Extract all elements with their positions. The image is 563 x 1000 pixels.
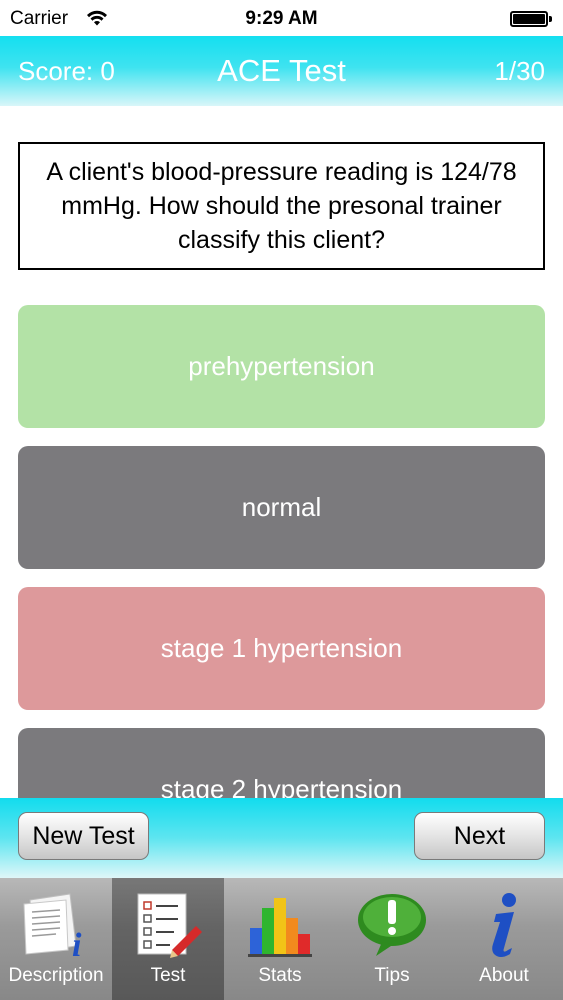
answer-option-2[interactable]: normal bbox=[18, 446, 545, 569]
tab-label: Tips bbox=[374, 965, 410, 986]
tab-label: Test bbox=[150, 965, 186, 986]
tab-bar: i Description Test Stats Tips About bbox=[0, 878, 563, 1000]
header-bar: Score: 0 ACE Test 1/30 bbox=[0, 36, 563, 106]
answer-label: prehypertension bbox=[188, 351, 375, 381]
next-button[interactable]: Next bbox=[414, 812, 545, 860]
bar-chart-icon bbox=[248, 898, 312, 957]
battery-tip bbox=[549, 16, 552, 22]
tab-label: Description bbox=[8, 965, 104, 986]
svg-text:i: i bbox=[72, 927, 82, 960]
answer-option-3[interactable]: stage 1 hypertension bbox=[18, 587, 545, 710]
info-icon bbox=[492, 893, 516, 957]
answer-option-1[interactable]: prehypertension bbox=[18, 305, 545, 428]
tab-label: Stats bbox=[258, 965, 302, 986]
tab-test[interactable]: Test bbox=[112, 878, 224, 1000]
clock: 9:29 AM bbox=[245, 8, 318, 29]
tab-tips[interactable]: Tips bbox=[336, 878, 448, 1000]
document-info-icon: i bbox=[23, 893, 82, 960]
checklist-icon bbox=[137, 893, 202, 958]
status-bar: Carrier 9:29 AM bbox=[0, 0, 563, 36]
speech-bubble-exclamation-icon bbox=[358, 894, 426, 956]
new-test-button[interactable]: New Test bbox=[18, 812, 149, 860]
tab-about[interactable]: About bbox=[448, 878, 560, 1000]
question-counter: 1/30 bbox=[494, 56, 545, 86]
question-text: A client's blood-pressure reading is 124… bbox=[46, 158, 517, 254]
tab-label: About bbox=[479, 965, 529, 986]
battery-icon bbox=[510, 11, 548, 27]
question-box: A client's blood-pressure reading is 124… bbox=[18, 142, 545, 270]
tab-stats[interactable]: Stats bbox=[224, 878, 336, 1000]
action-bar: New Test Next bbox=[0, 798, 563, 878]
answer-label: stage 1 hypertension bbox=[160, 633, 403, 663]
tab-description[interactable]: i Description bbox=[0, 878, 112, 1000]
page-title: ACE Test bbox=[217, 53, 346, 88]
answer-label: normal bbox=[241, 492, 322, 522]
